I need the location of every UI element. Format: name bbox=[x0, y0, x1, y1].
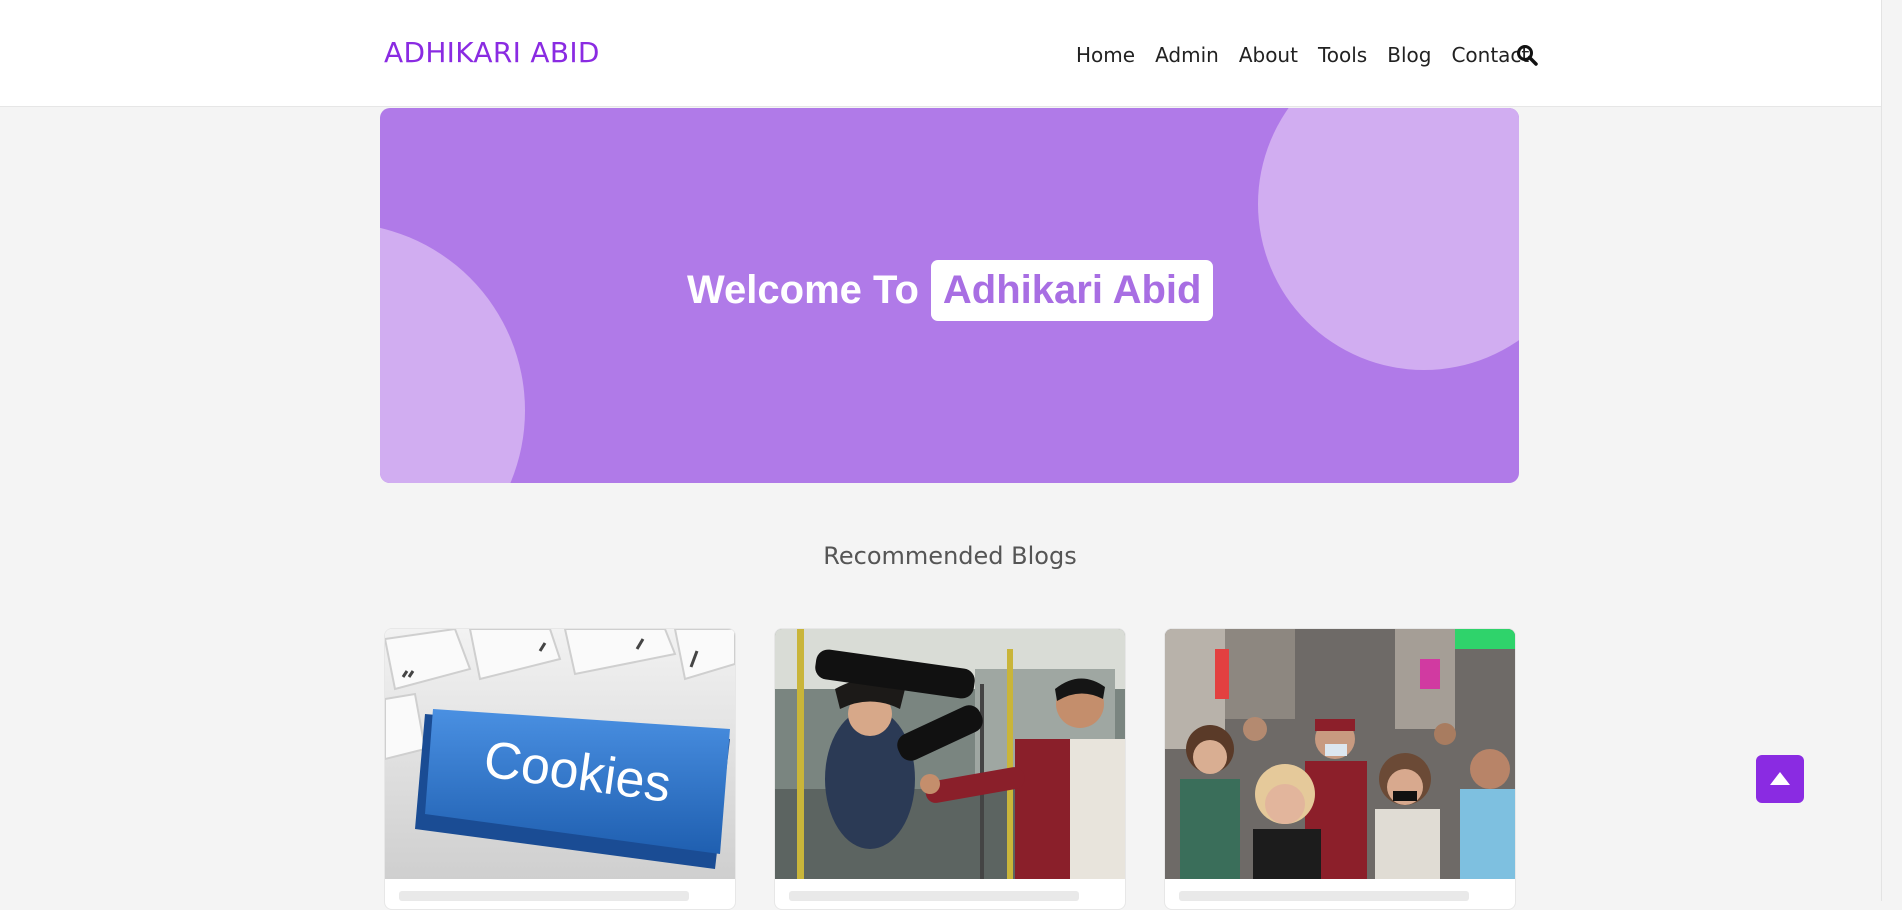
hero-decor-circle-right bbox=[1258, 108, 1519, 370]
hero-title: Welcome To Adhikari Abid bbox=[687, 260, 1214, 321]
nav-link-admin[interactable]: Admin bbox=[1155, 43, 1219, 67]
blog-card-image-cookies[interactable]: Cookies bbox=[385, 629, 735, 879]
nav-link-home[interactable]: Home bbox=[1076, 43, 1135, 67]
blog-card-title-placeholder bbox=[789, 891, 1079, 901]
top-navbar: ADHIKARI ABID Home Admin About Tools Blo… bbox=[0, 0, 1882, 107]
blog-card-image-train-scene[interactable] bbox=[775, 629, 1125, 879]
blog-card-title-placeholder bbox=[1179, 891, 1469, 901]
nav-link-blog[interactable]: Blog bbox=[1387, 43, 1431, 67]
search-icon[interactable] bbox=[1516, 44, 1538, 66]
blog-card[interactable] bbox=[1164, 628, 1516, 910]
blog-card-image-city-crowd[interactable] bbox=[1165, 629, 1515, 879]
hero-welcome-text: Welcome To bbox=[687, 268, 919, 312]
nav-link-tools[interactable]: Tools bbox=[1318, 43, 1367, 67]
arrow-up-icon bbox=[1770, 772, 1790, 785]
blog-card[interactable]: Cookies bbox=[384, 628, 736, 910]
scrollbar-thumb[interactable] bbox=[1886, 0, 1899, 490]
scroll-to-top-button[interactable] bbox=[1756, 755, 1804, 803]
blog-card-title-placeholder bbox=[399, 891, 689, 901]
blog-card[interactable] bbox=[774, 628, 1126, 910]
hero-banner: Welcome To Adhikari Abid bbox=[380, 108, 1519, 483]
site-brand-logo[interactable]: ADHIKARI ABID bbox=[384, 36, 600, 69]
hero-name-badge: Adhikari Abid bbox=[930, 260, 1214, 321]
page-scrollbar[interactable] bbox=[1881, 0, 1902, 901]
nav-link-about[interactable]: About bbox=[1239, 43, 1298, 67]
nav-links: Home Admin About Tools Blog Contact bbox=[1076, 43, 1549, 67]
hero-decor-circle-left bbox=[380, 223, 525, 483]
section-title-recommended-blogs: Recommended Blogs bbox=[823, 542, 1077, 570]
